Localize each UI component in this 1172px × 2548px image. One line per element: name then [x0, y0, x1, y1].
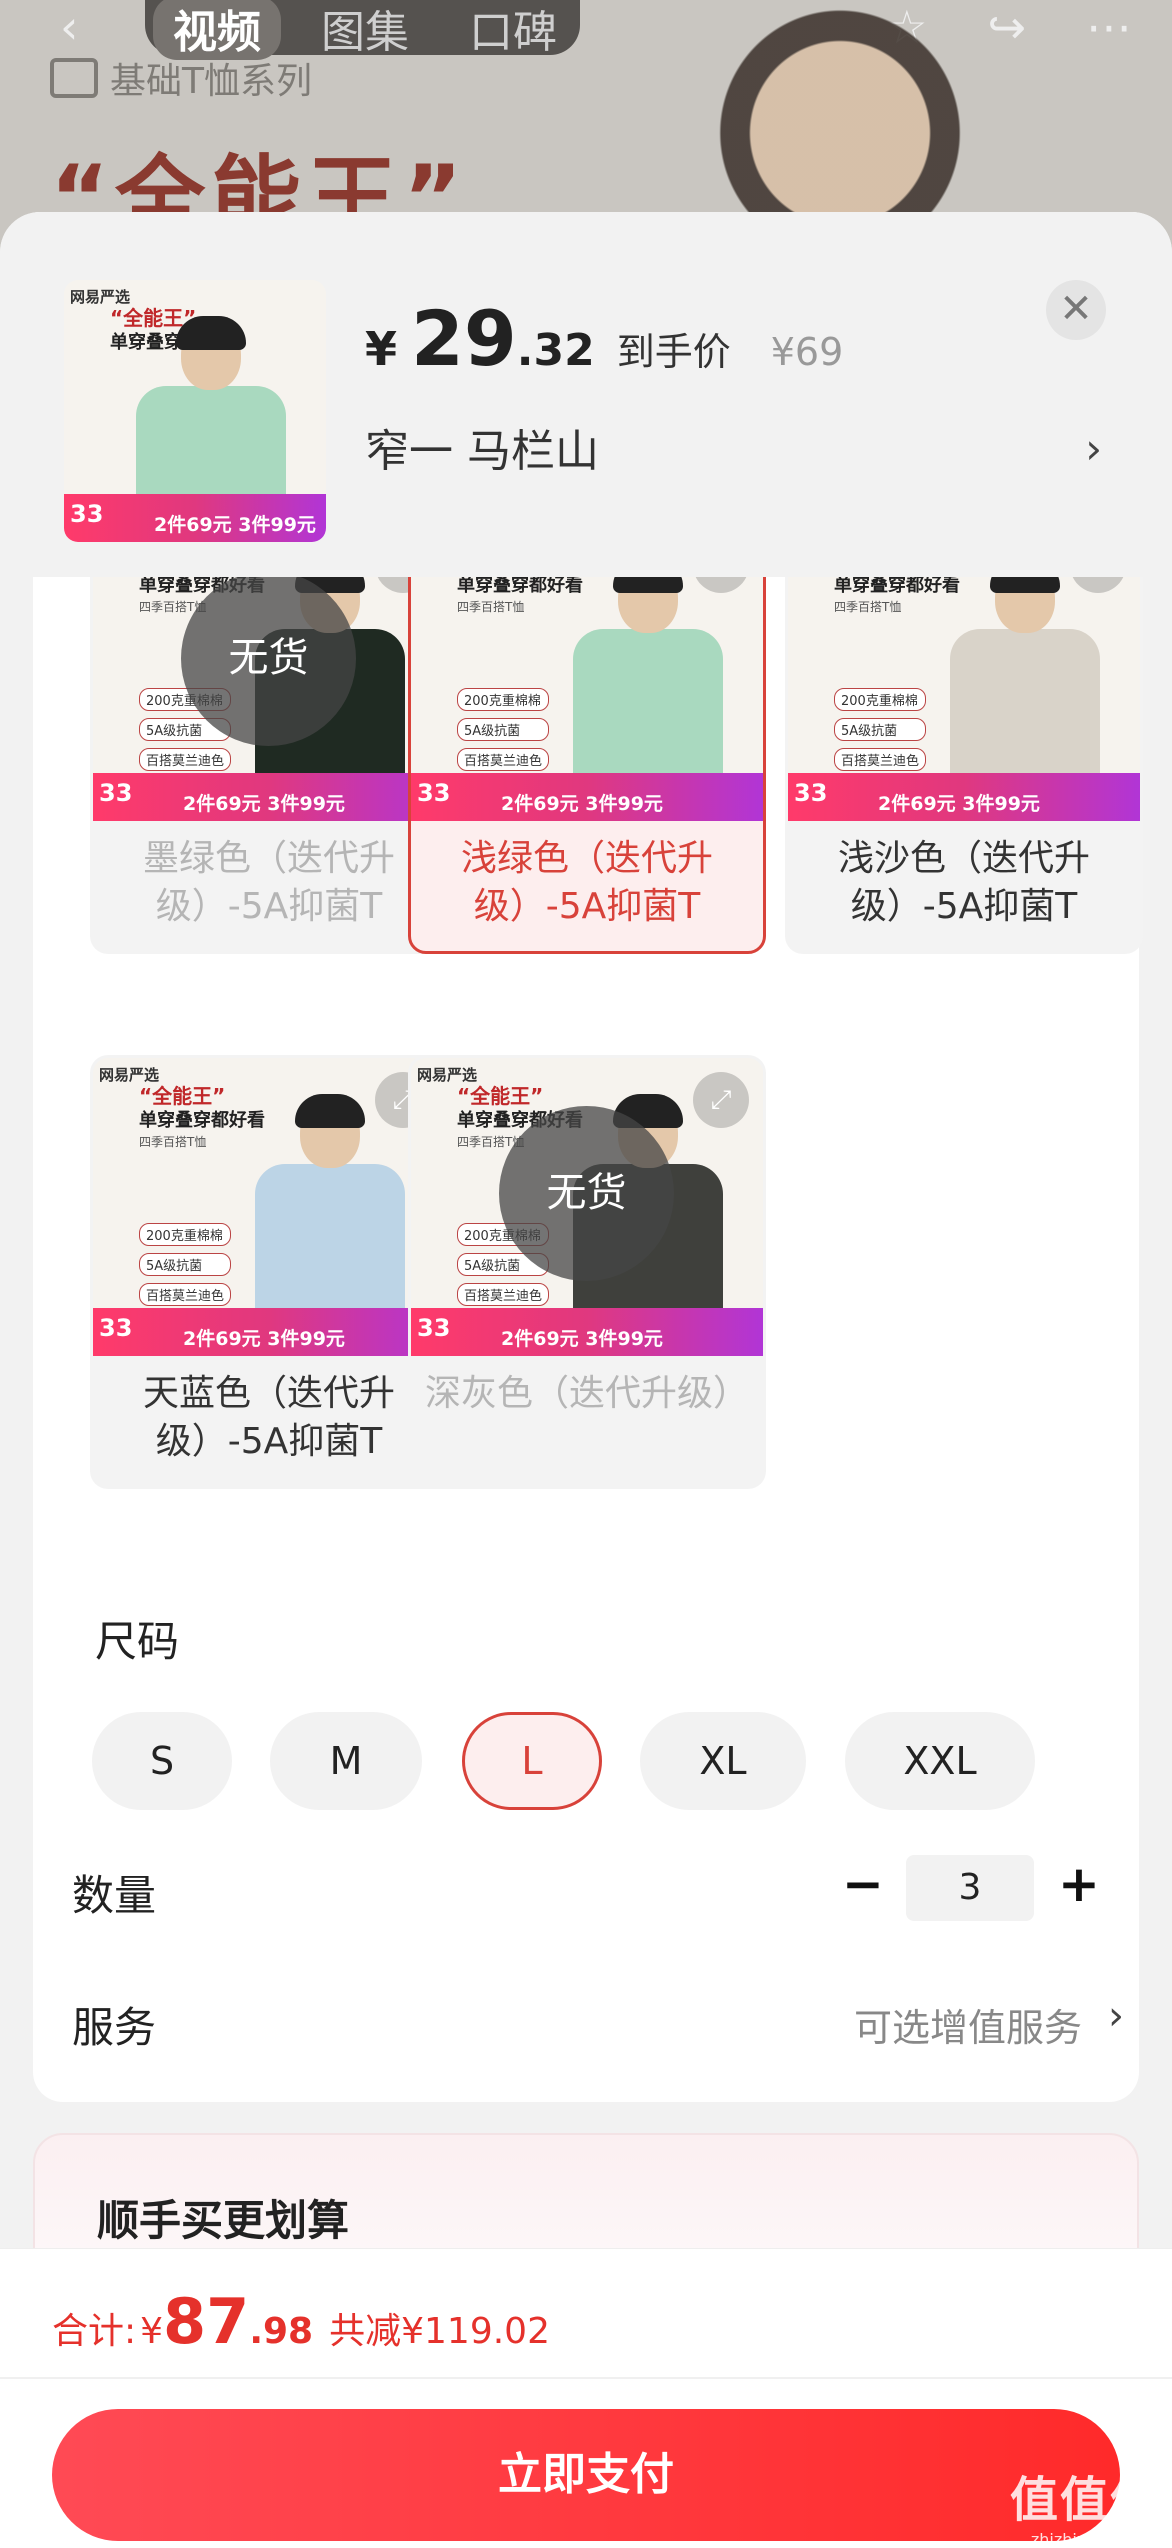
- feature-tags: 200克重棉棉 5A级抗菌百搭莫兰迪色: [834, 688, 927, 771]
- chevron-right-icon[interactable]: ›: [1108, 1993, 1124, 2039]
- color-option-label: 墨绿色（迭代升级）-5A抑菌T: [142, 838, 395, 927]
- quantity-minus-button[interactable]: −: [842, 1855, 884, 1913]
- color-option[interactable]: 网易严选“全能王”单穿叠穿都好看四季百搭T恤200克重棉棉5A级抗菌百搭莫兰迪色…: [90, 520, 448, 954]
- service-value[interactable]: 可选增值服务: [854, 1997, 1082, 2052]
- close-button[interactable]: ✕: [1046, 280, 1106, 340]
- total-currency: ¥: [140, 2311, 164, 2352]
- size-option-s[interactable]: S: [92, 1712, 232, 1810]
- promo-banner: 33 2件69元 3件99元: [411, 1308, 763, 1356]
- feature-tag: 200克重棉棉: [457, 688, 550, 711]
- price-decimal: .32: [516, 325, 595, 376]
- feature-tag: 200克重棉棉: [834, 688, 927, 711]
- color-option-label: 深灰色（迭代升级）: [424, 1373, 749, 1414]
- feature-tags: 200克重棉棉 5A级抗菌百搭莫兰迪色: [139, 1223, 232, 1306]
- expand-icon[interactable]: ⤢: [693, 1072, 749, 1128]
- total-label: 合计:: [52, 2311, 137, 2352]
- savings-label: 共减¥119.02: [329, 2311, 550, 2352]
- color-option[interactable]: 网易严选“全能王”单穿叠穿都好看四季百搭T恤200克重棉棉5A级抗菌百搭莫兰迪色…: [408, 520, 766, 954]
- color-option[interactable]: 网易严选“全能王”单穿叠穿都好看四季百搭T恤200克重棉棉5A级抗菌百搭莫兰迪色…: [90, 1055, 448, 1489]
- more-icon: ⋯: [1086, 0, 1132, 54]
- quantity-plus-button[interactable]: +: [1058, 1855, 1100, 1913]
- feature-tags: 200克重棉棉 5A级抗菌百搭莫兰迪色: [457, 688, 550, 771]
- feature-tag: 百搭莫兰迪色: [457, 1283, 550, 1306]
- color-option-label: 天蓝色（迭代升级）-5A抑菌T: [142, 1373, 395, 1462]
- watermark: 值值值 zhizhizhi.com: [1009, 2472, 1160, 2548]
- tab-video: 视频: [153, 0, 281, 60]
- feature-tag: 5A级抗菌: [834, 718, 927, 741]
- promo-banner: 33 2件69元 3件99元: [788, 773, 1140, 821]
- feature-tag: 百搭莫兰迪色: [139, 748, 232, 771]
- addon-title: 顺手买更划算: [97, 2196, 350, 2245]
- promo-banner: 33 2件69元 3件99元: [93, 773, 445, 821]
- feature-tag: 百搭莫兰迪色: [139, 1283, 232, 1306]
- color-option-label: 浅绿色（迭代升级）-5A抑菌T: [460, 838, 713, 927]
- quantity-title: 数量: [72, 1871, 157, 1920]
- size-option-xxl[interactable]: XXL: [845, 1712, 1035, 1810]
- color-option-image: 网易严选“全能王”单穿叠穿都好看四季百搭T恤200克重棉棉5A级抗菌百搭莫兰迪色…: [411, 1058, 763, 1356]
- promo-banner: 33 2件69元 3件99元: [64, 494, 326, 542]
- tab-reviews: 口碑: [469, 6, 557, 58]
- share-icon: ↪: [987, 0, 1026, 54]
- total-row: 合计: ¥ 87 .98 共减¥119.02: [52, 2285, 550, 2358]
- feature-tag: 百搭莫兰迪色: [834, 748, 927, 771]
- divider: [0, 2377, 1172, 2379]
- total-decimal: .98: [249, 2311, 314, 2352]
- tshirt-icon: [50, 58, 98, 98]
- original-price: ¥69: [770, 330, 844, 374]
- feature-tag: 5A级抗菌: [457, 718, 550, 741]
- thumbnail-image: 网易严选 “全能王” 单穿叠穿都好看 33 2件69元 3件99元: [64, 280, 326, 542]
- slogan-sub: 四季百搭T恤: [457, 600, 525, 614]
- currency-symbol: ¥: [365, 322, 398, 376]
- service-title: 服务: [72, 2003, 157, 2052]
- chevron-right-icon[interactable]: ›: [1085, 424, 1102, 473]
- product-thumbnail: 网易严选 “全能王” 单穿叠穿都好看 33 2件69元 3件99元: [64, 280, 326, 542]
- color-option[interactable]: 网易严选“全能王”单穿叠穿都好看四季百搭T恤200克重棉棉5A级抗菌百搭莫兰迪色…: [785, 520, 1143, 954]
- color-option-image: 网易严选“全能王”单穿叠穿都好看四季百搭T恤200克重棉棉5A级抗菌百搭莫兰迪色…: [93, 1058, 445, 1356]
- price-integer: 29: [411, 294, 517, 383]
- slogan-sub: 四季百搭T恤: [139, 1135, 207, 1149]
- pay-now-button[interactable]: 立即支付: [52, 2409, 1120, 2541]
- color-option[interactable]: 网易严选“全能王”单穿叠穿都好看四季百搭T恤200克重棉棉5A级抗菌百搭莫兰迪色…: [408, 1055, 766, 1489]
- slogan-sub: 四季百搭T恤: [834, 600, 902, 614]
- slogan-1: “全能王”: [139, 1084, 226, 1108]
- sku-selection-sheet: 网易严选“全能王”单穿叠穿都好看四季百搭T恤200克重棉棉5A级抗菌百搭莫兰迪色…: [0, 212, 1172, 2548]
- media-tabs: 视频 图集 口碑: [145, 0, 580, 60]
- size-option-l[interactable]: L: [462, 1712, 602, 1810]
- bg-series-label: 基础T恤系列: [50, 52, 312, 104]
- promo-banner: 33 2件69元 3件99元: [411, 773, 763, 821]
- tab-gallery: 图集: [321, 6, 409, 58]
- price-row: ¥ 29 .32 到手价 ¥69: [365, 294, 843, 383]
- size-option-m[interactable]: M: [270, 1712, 422, 1810]
- quantity-value[interactable]: 3: [906, 1855, 1034, 1921]
- feature-tag: 200克重棉棉: [139, 1223, 232, 1246]
- out-of-stock-badge: 无货: [181, 571, 356, 746]
- price-label: 到手价: [616, 330, 731, 374]
- selected-variant[interactable]: 窄一 马栏山: [365, 415, 599, 479]
- color-option-label: 浅沙色（迭代升级）-5A抑菌T: [837, 838, 1090, 927]
- size-title: 尺码: [95, 1617, 180, 1666]
- size-option-xl[interactable]: XL: [640, 1712, 806, 1810]
- back-icon: ‹: [60, 0, 79, 54]
- out-of-stock-badge: 无货: [499, 1106, 674, 1281]
- feature-tag: 百搭莫兰迪色: [457, 748, 550, 771]
- total-integer: 87: [163, 2285, 250, 2358]
- sheet-header: 网易严选 “全能王” 单穿叠穿都好看 33 2件69元 3件99元 ¥ 29 .…: [0, 212, 1172, 577]
- slogan-1: “全能王”: [457, 1084, 544, 1108]
- feature-tag: 5A级抗菌: [139, 1253, 232, 1276]
- promo-banner: 33 2件69元 3件99元: [93, 1308, 445, 1356]
- checkout-footer: 合计: ¥ 87 .98 共减¥119.02 立即支付: [0, 2248, 1172, 2548]
